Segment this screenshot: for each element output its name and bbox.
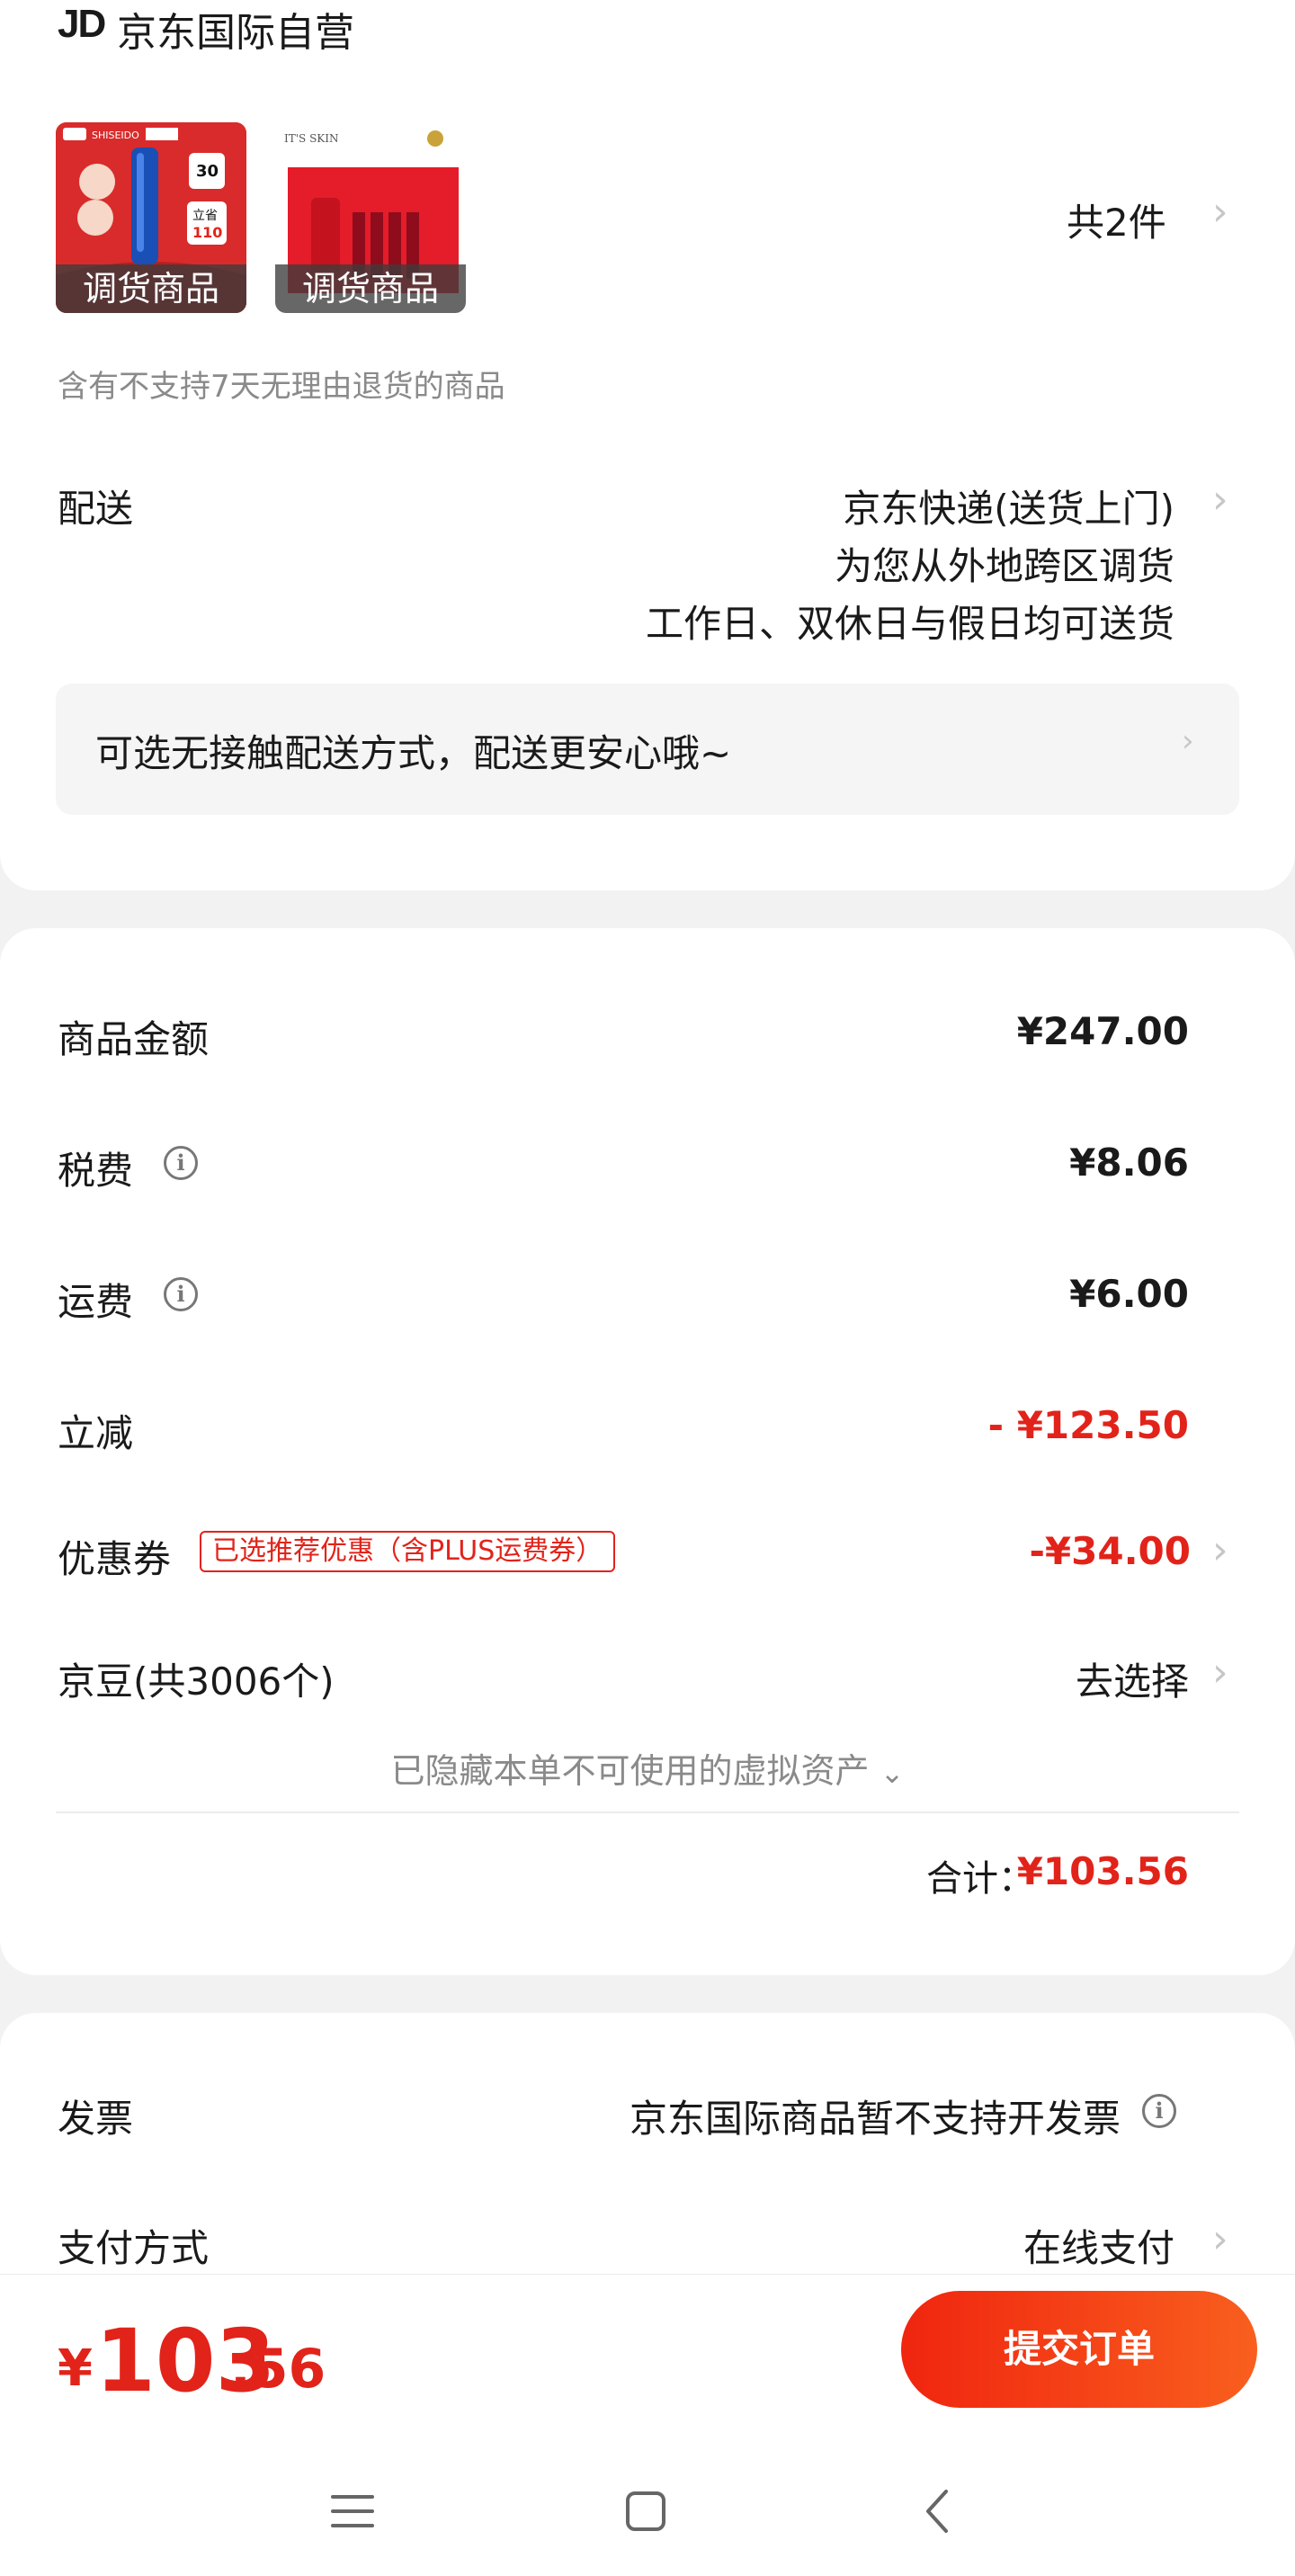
instant-discount-value: - ¥123.50 — [987, 1403, 1189, 1447]
goods-amount-label: 商品金额 — [58, 1017, 210, 1061]
invoice-label: 发票 — [58, 2097, 134, 2141]
payment-method-label: 支付方式 — [58, 2226, 210, 2270]
chevron-right-icon: › — [1182, 723, 1194, 759]
product-thumbnail-1[interactable]: SHISEIDO 30 立省 110 调货商品 — [56, 122, 246, 313]
info-icon[interactable]: i — [164, 1277, 198, 1311]
transfer-goods-tag: 调货商品 — [275, 264, 466, 313]
jd-logo: JD — [58, 2, 106, 46]
submit-order-button[interactable]: 提交订单 — [901, 2291, 1257, 2408]
back-icon[interactable] — [912, 2484, 966, 2538]
delivery-transfer-note: 为您从外地跨区调货 — [834, 544, 1174, 588]
order-card: JD 京东国际自营 SHISEIDO 30 立省 110 调货商品 IT'S S… — [0, 0, 1295, 890]
hidden-assets-toggle[interactable]: 已隐藏本单不可使用的虚拟资产 ⌄ — [0, 1743, 1295, 1793]
chevron-right-icon[interactable]: › — [1212, 189, 1228, 235]
svg-text:IT'S SKIN: IT'S SKIN — [284, 132, 339, 145]
instant-discount-label: 立减 — [58, 1411, 134, 1455]
goods-amount-value: ¥247.00 — [1016, 1009, 1189, 1053]
currency-symbol: ¥ — [58, 2339, 93, 2398]
coupon-recommendation-badge[interactable]: 已选推荐优惠（含PLUS运费券） — [200, 1531, 616, 1572]
hidden-assets-text: 已隐藏本单不可使用的虚拟资产 — [390, 1751, 870, 1791]
chevron-right-icon[interactable]: › — [1212, 477, 1228, 523]
item-count[interactable]: 共2件 — [1067, 192, 1166, 247]
svg-text:30: 30 — [196, 162, 219, 181]
chevron-right-icon[interactable]: › — [1212, 1650, 1228, 1695]
chevron-right-icon[interactable]: › — [1212, 2216, 1228, 2262]
delivery-schedule-note: 工作日、双休日与假日均可送货 — [645, 602, 1174, 646]
total-value: ¥103.56 — [1016, 1849, 1189, 1893]
return-policy-note: 含有不支持7天无理由退货的商品 — [58, 369, 505, 405]
contactless-delivery-option[interactable]: 可选无接触配送方式，配送更安心哦~ › — [56, 684, 1239, 815]
coupon-value[interactable]: -¥34.00 — [1029, 1529, 1191, 1573]
jd-beans-label: 京豆(共3006个) — [58, 1659, 335, 1704]
delivery-label: 配送 — [58, 487, 134, 531]
store-name[interactable]: 京东国际自营 — [117, 0, 354, 58]
chevron-down-icon: ⌄ — [880, 1756, 905, 1790]
transfer-goods-tag: 调货商品 — [56, 264, 246, 313]
product-thumbnail-2[interactable]: IT'S SKIN 调货商品 — [275, 122, 466, 313]
home-icon[interactable] — [619, 2484, 673, 2538]
svg-text:立省: 立省 — [192, 209, 218, 223]
info-icon[interactable]: i — [1142, 2094, 1176, 2128]
system-navigation-bar — [0, 2445, 1295, 2576]
submit-bar: ¥ 103 .56 提交订单 — [0, 2274, 1295, 2445]
svg-text:110: 110 — [192, 224, 222, 241]
shipping-value: ¥6.00 — [1069, 1272, 1189, 1316]
delivery-method[interactable]: 京东快递(送货上门) — [843, 479, 1174, 533]
contactless-delivery-text: 可选无接触配送方式，配送更安心哦~ — [95, 731, 732, 775]
price-summary-card: 商品金额 ¥247.00 税费 i ¥8.06 运费 i ¥6.00 立减 - … — [0, 928, 1295, 1975]
divider — [56, 1811, 1239, 1813]
invoice-value: 京东国际商品暂不支持开发票 — [629, 2097, 1121, 2141]
chevron-right-icon[interactable]: › — [1212, 1527, 1228, 1573]
coupon-label: 优惠券 — [58, 1537, 172, 1581]
shipping-label: 运费 — [58, 1280, 134, 1324]
payment-method-value[interactable]: 在线支付 — [1023, 2218, 1174, 2273]
tax-label: 税费 — [58, 1149, 134, 1193]
pay-amount-decimal: .56 — [230, 2338, 326, 2401]
svg-text:SHISEIDO: SHISEIDO — [92, 130, 139, 141]
jd-beans-select[interactable]: 去选择 — [1076, 1651, 1189, 1706]
menu-icon[interactable] — [326, 2484, 380, 2538]
tax-value: ¥8.06 — [1069, 1140, 1189, 1185]
info-icon[interactable]: i — [164, 1146, 198, 1180]
